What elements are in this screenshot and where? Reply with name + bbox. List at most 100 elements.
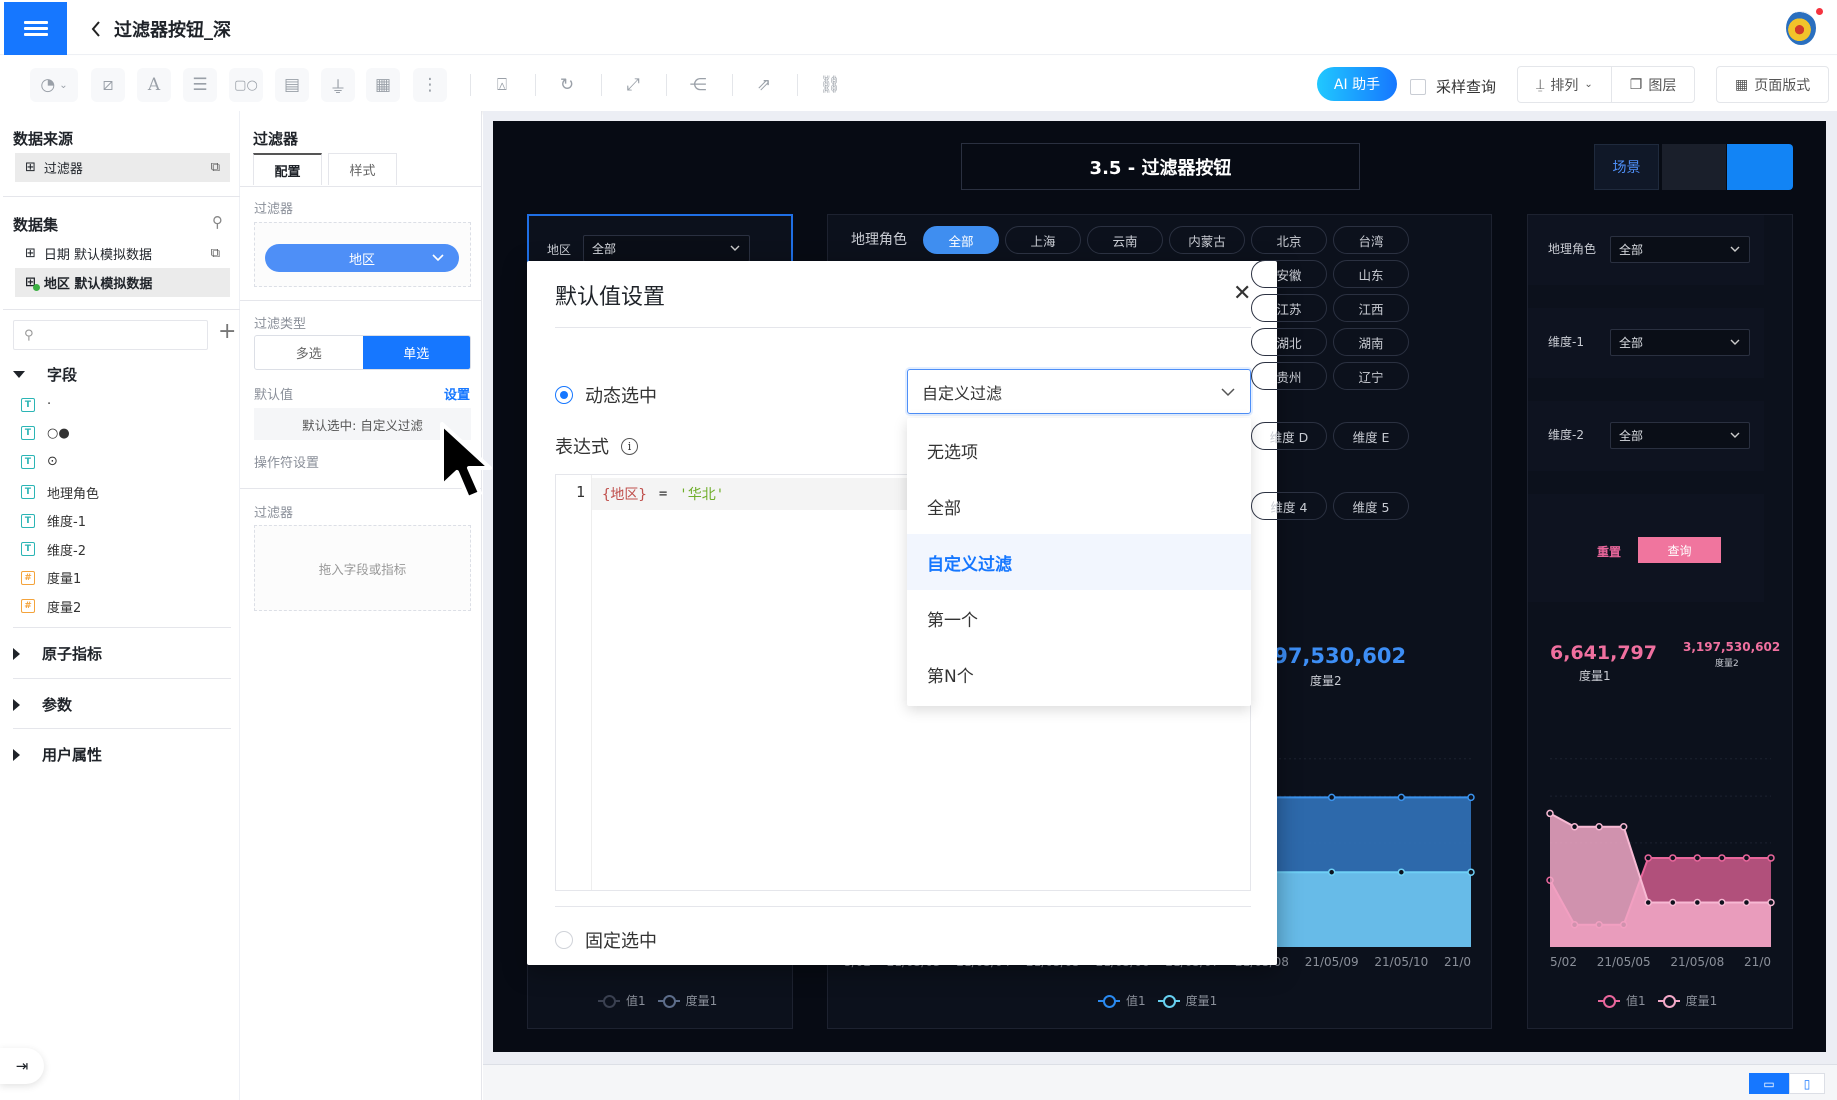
dimension-chip[interactable]: 维度 4 (1251, 492, 1327, 520)
desktop-view-button[interactable]: ▭ (1749, 1073, 1789, 1094)
data-point[interactable] (1644, 854, 1652, 862)
dropdown-option[interactable]: 第一个 (907, 590, 1251, 646)
legend-label[interactable]: 值1 (1126, 992, 1146, 1009)
fixed-select-radio[interactable]: 固定选中 (555, 927, 657, 953)
avatar[interactable] (1786, 11, 1816, 45)
copy-icon[interactable]: ⧉ (211, 246, 220, 261)
dropdown-option[interactable]: 第N个 (907, 646, 1251, 702)
link-button[interactable]: ⛓ (813, 68, 847, 102)
field-item[interactable]: T 地理角色 (21, 483, 99, 502)
legend-label[interactable]: 度量1 (686, 992, 718, 1009)
refresh-button[interactable]: ↻ (550, 68, 584, 102)
region-select[interactable]: 全部 (583, 235, 750, 262)
geo-chip[interactable]: 全部 (923, 226, 999, 254)
legend-label[interactable]: 值1 (1626, 992, 1646, 1009)
geo-chip[interactable]: 台湾 (1333, 226, 1409, 254)
tab-config[interactable]: 配置 (253, 153, 322, 185)
data-point[interactable] (1619, 823, 1628, 831)
dynamic-select-radio[interactable]: 动态选中 (555, 382, 657, 408)
data-point[interactable] (1327, 868, 1336, 876)
geo-chip[interactable]: 江苏 (1251, 294, 1327, 322)
scene-button[interactable]: 场景 (1594, 144, 1659, 190)
scene-toggle-blue[interactable] (1727, 144, 1793, 190)
mobile-view-button[interactable]: ▯ (1789, 1073, 1825, 1094)
data-point[interactable] (1669, 854, 1677, 862)
geo-chip[interactable]: 安徽 (1251, 260, 1327, 288)
field-item[interactable]: # 度量1 (21, 568, 81, 587)
data-point[interactable] (1718, 854, 1726, 862)
text-button[interactable]: A (137, 68, 171, 102)
chevron-left-icon[interactable] (90, 20, 102, 38)
data-point[interactable] (1669, 898, 1677, 907)
data-point[interactable] (1595, 823, 1603, 831)
presentation-button[interactable]: ⍓ (485, 68, 519, 102)
field-item[interactable]: T · (21, 397, 51, 412)
data-point[interactable] (1742, 854, 1751, 862)
group-atomic-metrics[interactable]: 原子指标 (13, 643, 102, 664)
reset-button[interactable]: 重置 (1597, 543, 1621, 560)
field-item[interactable]: T 维度-1 (21, 511, 86, 530)
components-button[interactable]: ▢○ (229, 68, 263, 102)
data-point[interactable] (1767, 898, 1775, 907)
dropdown-option[interactable]: 无选项 (907, 422, 1251, 478)
data-point[interactable] (1397, 868, 1406, 876)
export-button[interactable]: ⇗ (747, 68, 781, 102)
data-point[interactable] (1327, 793, 1336, 802)
single-select-option[interactable]: 单选 (362, 336, 470, 369)
data-point[interactable] (1742, 898, 1751, 907)
expand-button[interactable]: ⤢ (616, 68, 650, 102)
geo-chip[interactable]: 江西 (1333, 294, 1409, 322)
collapse-panel-button[interactable]: ⇥ (0, 1048, 44, 1084)
page-layout-button[interactable]: ▦ 页面版式 (1716, 66, 1830, 103)
filter-field-pill[interactable]: 地区 (265, 244, 459, 272)
chart-add-button[interactable]: ◔ ⌄ (30, 68, 78, 102)
geo-chip[interactable]: 山东 (1333, 260, 1409, 288)
data-point[interactable] (1693, 898, 1702, 907)
filter-select[interactable]: 全部 (1610, 422, 1750, 449)
geo-chip[interactable]: 内蒙古 (1169, 226, 1245, 254)
geo-chip[interactable]: 辽宁 (1333, 362, 1409, 390)
geo-chip[interactable]: 湖南 (1333, 328, 1409, 356)
geo-chip[interactable]: 上海 (1005, 226, 1081, 254)
datasource-item[interactable]: ⊞ 过滤器 ⧉ (15, 153, 230, 182)
menu-button[interactable] (4, 2, 67, 55)
group-parameters[interactable]: 参数 (13, 694, 72, 715)
dataset-item[interactable]: ⊞ 地区 默认模拟数据 (15, 268, 230, 297)
data-point[interactable] (1767, 854, 1775, 862)
share-button[interactable]: ⋲ (681, 68, 715, 102)
field-item[interactable]: # 度量2 (21, 597, 81, 616)
field-item[interactable]: T 维度-2 (21, 540, 86, 559)
dropdown-option[interactable]: 自定义过滤 (907, 534, 1251, 590)
default-value-set-link[interactable]: 设置 (444, 384, 470, 403)
drop-field-zone[interactable]: 拖入字段或指标 (254, 525, 471, 611)
geo-chip[interactable]: 北京 (1251, 226, 1327, 254)
field-item[interactable]: T ○● (21, 426, 70, 441)
dataset-item[interactable]: ⊞ 日期 默认模拟数据 ⧉ (15, 239, 230, 268)
layout-button[interactable]: ▦ (366, 68, 400, 102)
geo-chip[interactable]: 云南 (1087, 226, 1163, 254)
filter-select[interactable]: 全部 (1610, 329, 1750, 356)
dataset-search-icon[interactable]: ⚲ (212, 213, 223, 231)
data-point[interactable] (1644, 898, 1652, 907)
data-point[interactable] (1693, 854, 1702, 862)
ai-assistant-button[interactable]: AI 助手 (1317, 67, 1397, 101)
multi-select-option[interactable]: 多选 (255, 336, 363, 369)
data-point[interactable] (1397, 793, 1406, 802)
arrange-button[interactable]: ⍊ 排列 ⌄ (1518, 67, 1611, 102)
more-button[interactable]: ⋮ (413, 68, 447, 102)
geo-chip[interactable]: 贵州 (1251, 362, 1327, 390)
dimension-chip[interactable]: 维度 E (1333, 422, 1409, 450)
form-add-button[interactable]: ▤ (275, 68, 309, 102)
data-point[interactable] (1546, 809, 1554, 818)
data-point[interactable] (1718, 898, 1726, 907)
field-item[interactable]: T ⊙ (21, 454, 58, 469)
legend-label[interactable]: 度量1 (1186, 992, 1218, 1009)
close-icon[interactable]: ✕ (1233, 281, 1251, 306)
layers-button[interactable]: ❐ 图层 (1610, 67, 1695, 102)
data-point[interactable] (1467, 868, 1475, 876)
field-search-input[interactable]: ⚲ (13, 320, 208, 350)
data-point[interactable] (1467, 793, 1475, 802)
query-button[interactable]: 查询 (1638, 537, 1721, 563)
filter-select[interactable]: 全部 (1610, 236, 1750, 263)
fields-group-header[interactable]: 字段 (13, 364, 77, 385)
